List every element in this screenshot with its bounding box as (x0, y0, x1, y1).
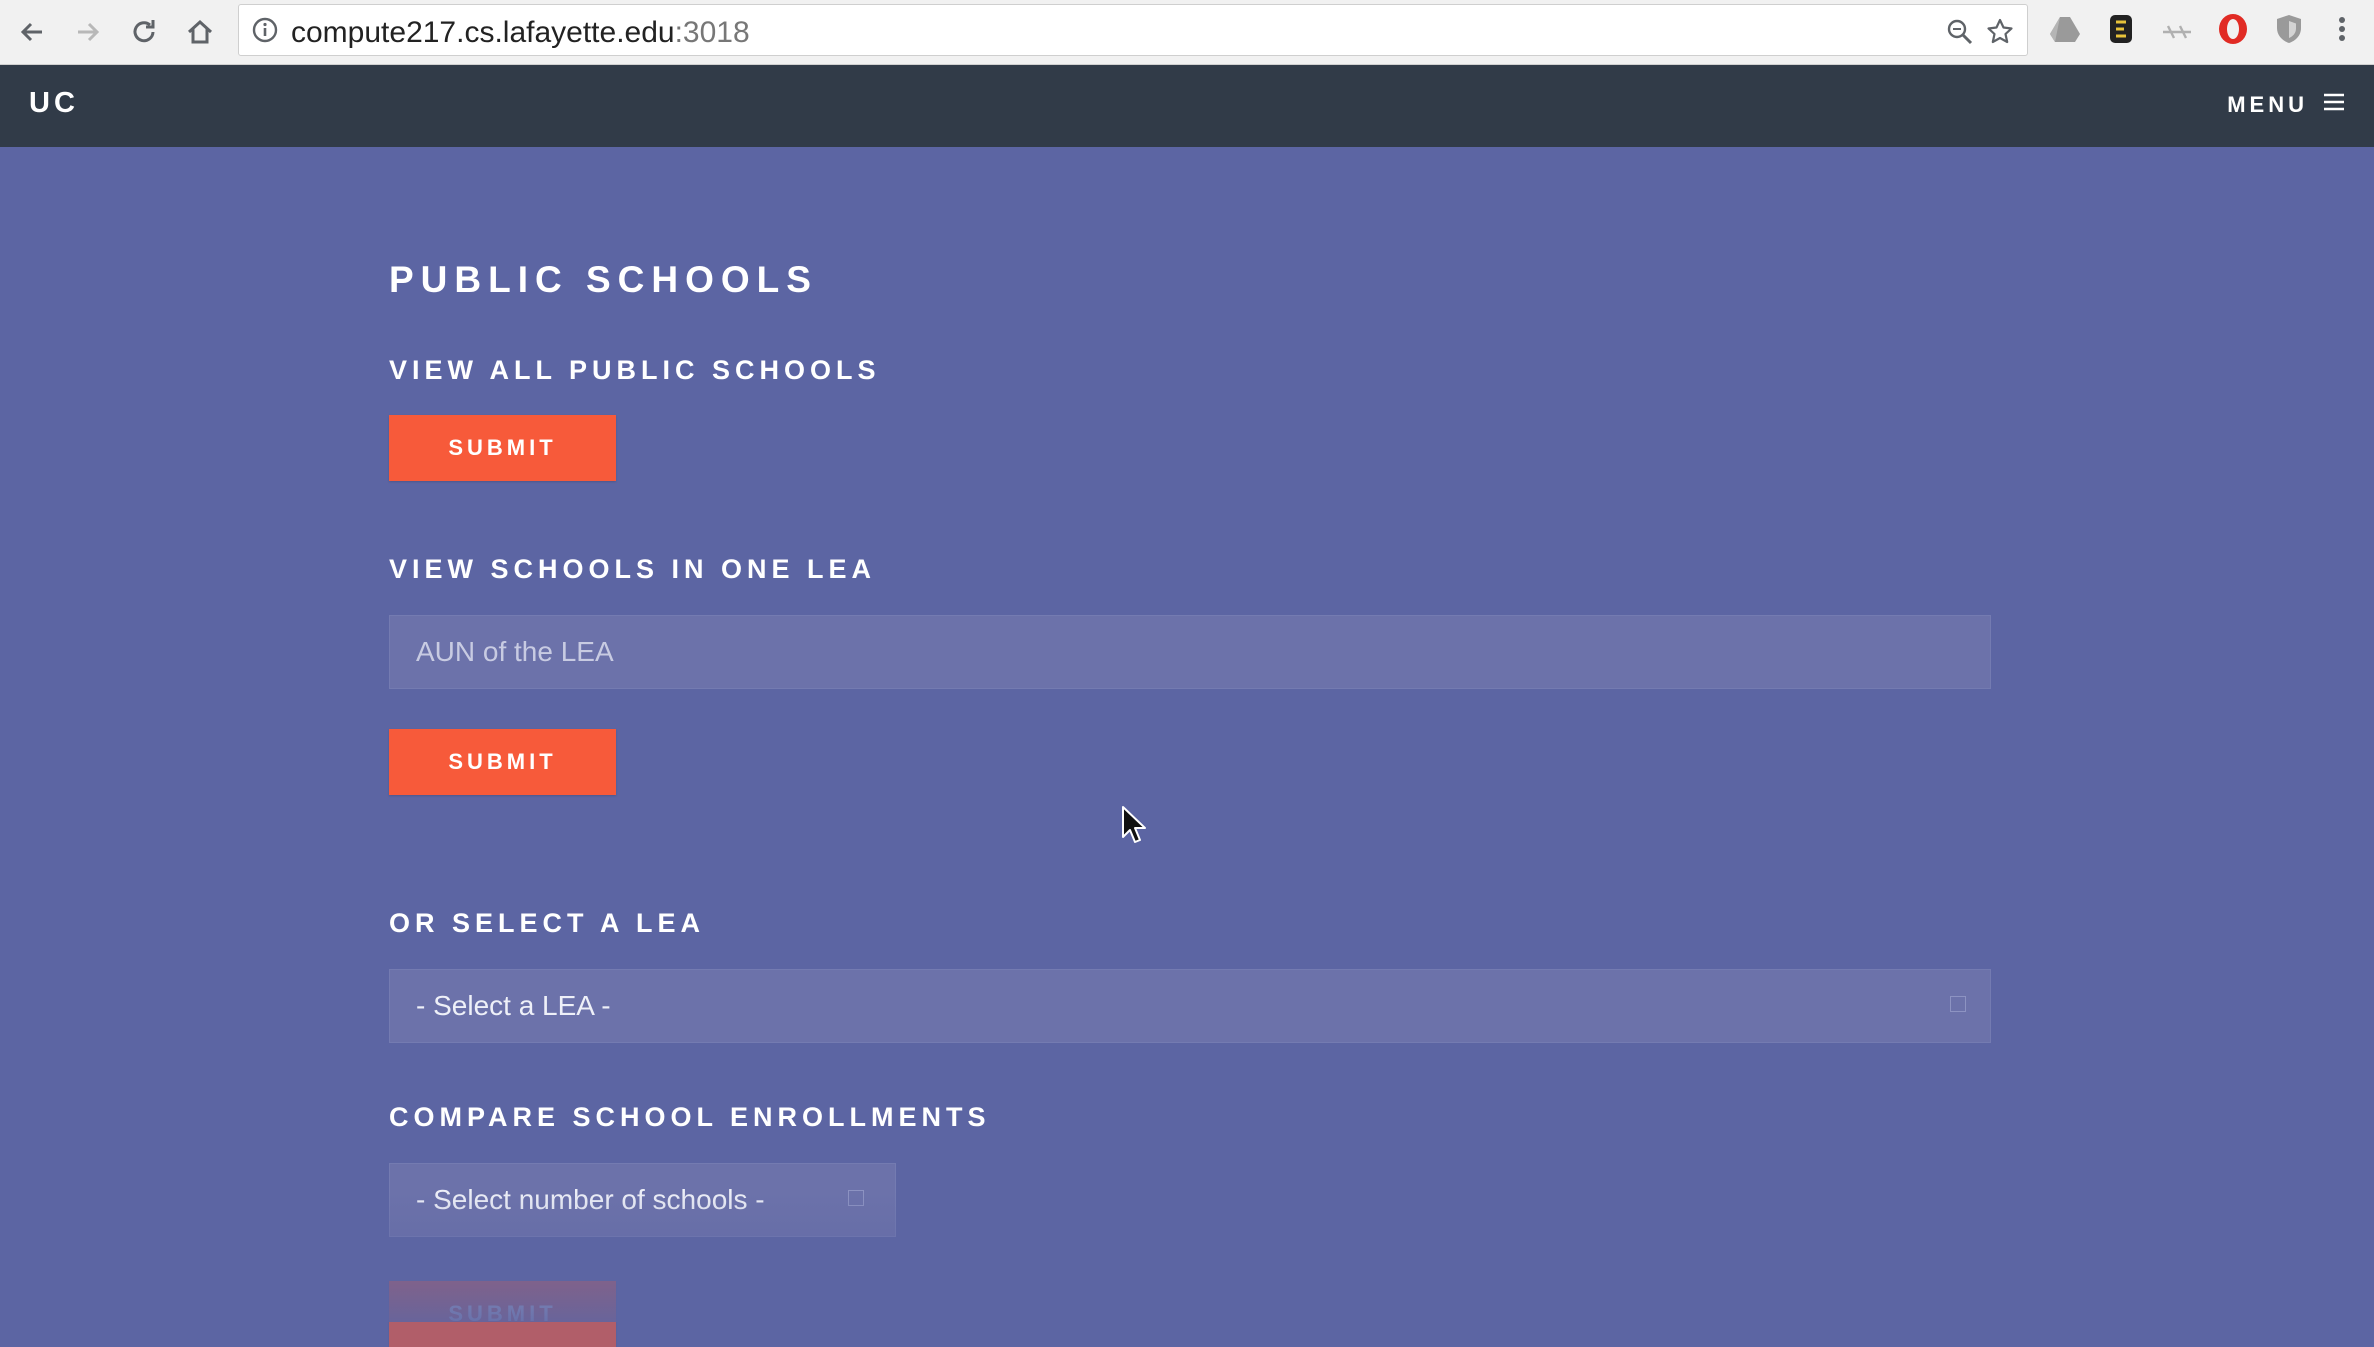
aun-input-wrapper (389, 615, 1991, 689)
view-all-heading: VIEW ALL PUBLIC SCHOOLS (389, 355, 881, 385)
browser-toolbar: compute217.cs.lafayette.edu:3018 (0, 0, 2374, 65)
shield-icon[interactable] (2272, 12, 2306, 46)
view-all-submit-button[interactable]: SUBMIT (389, 415, 616, 481)
page-title: PUBLIC SCHOOLS (389, 259, 818, 300)
mouse-cursor-icon (1121, 805, 1147, 845)
school-count-select[interactable]: - Select number of schools - (389, 1163, 896, 1237)
home-icon[interactable] (180, 12, 220, 52)
select-arrow-icon (848, 1190, 864, 1206)
select-arrow-icon (1950, 996, 1966, 1012)
menu-button[interactable]: MENU (2227, 91, 2346, 119)
star-icon[interactable] (1985, 17, 2015, 47)
zoom-icon[interactable] (1945, 17, 1975, 47)
address-bar[interactable]: compute217.cs.lafayette.edu:3018 (238, 4, 2028, 56)
aun-input[interactable] (416, 636, 1990, 668)
school-count-select-value: - Select number of schools - (416, 1184, 765, 1215)
back-icon[interactable] (12, 12, 52, 52)
drive-icon[interactable] (2048, 12, 2082, 46)
opera-icon[interactable] (2216, 12, 2250, 46)
reload-icon[interactable] (124, 12, 164, 52)
lea-select-value: - Select a LEA - (416, 990, 611, 1021)
site-header: UC MENU (0, 65, 2374, 147)
lea-select[interactable]: - Select a LEA - (389, 969, 1991, 1043)
url-text: compute217.cs.lafayette.edu:3018 (291, 16, 750, 49)
menu-label: MENU (2227, 92, 2308, 117)
extension-icon[interactable] (2160, 12, 2194, 46)
hamburger-icon (2322, 91, 2346, 119)
one-lea-heading: VIEW SCHOOLS IN ONE LEA (389, 554, 877, 584)
bottom-fade (0, 1190, 2374, 1322)
compare-submit-button[interactable]: SUBMIT (389, 1281, 616, 1347)
evernote-icon[interactable] (2104, 12, 2138, 46)
site-logo[interactable]: UC (29, 87, 79, 120)
select-lea-heading: OR SELECT A LEA (389, 908, 706, 938)
forward-icon[interactable] (68, 12, 108, 52)
info-icon[interactable] (251, 16, 279, 44)
one-lea-submit-button[interactable]: SUBMIT (389, 729, 616, 795)
kebab-menu-icon[interactable] (2332, 12, 2352, 46)
compare-heading: COMPARE SCHOOL ENROLLMENTS (389, 1102, 991, 1132)
